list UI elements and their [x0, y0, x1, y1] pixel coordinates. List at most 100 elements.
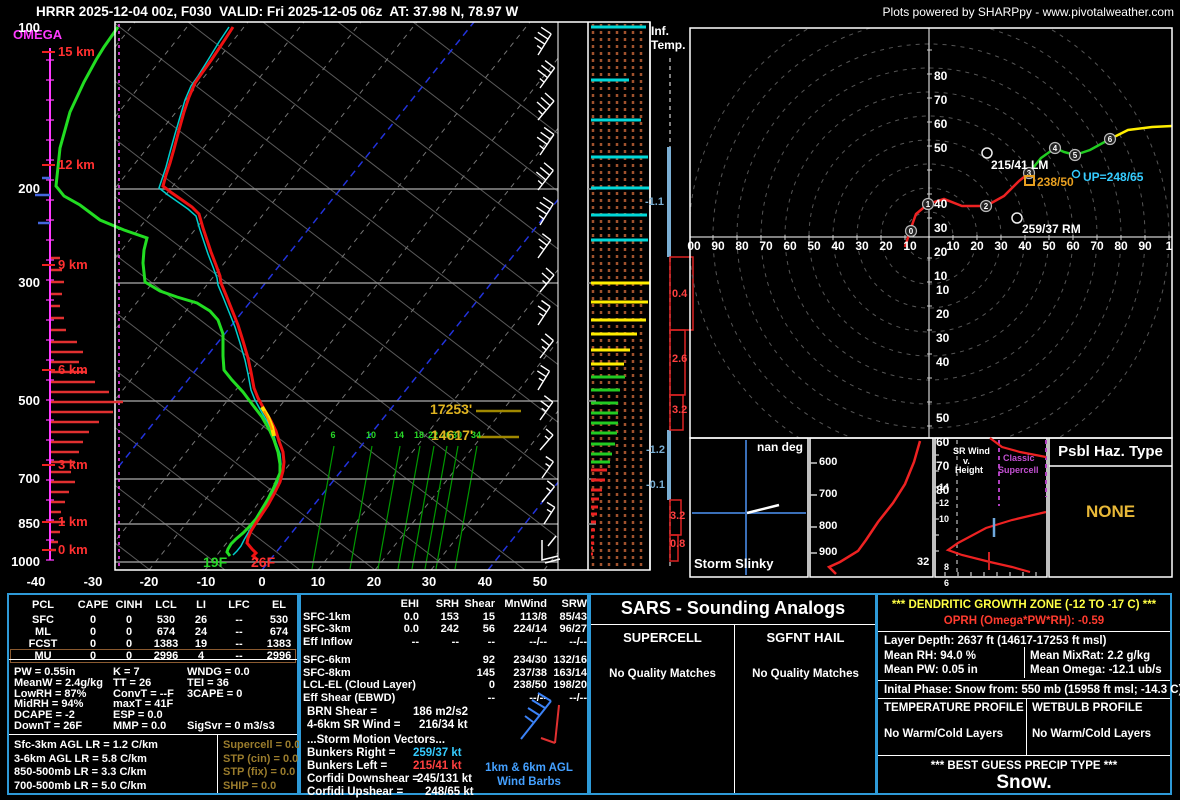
bunkers-left-value: 215/41 kt — [413, 760, 462, 772]
advection-value: -0.1 — [646, 479, 665, 491]
advection-value: 3.2 — [672, 404, 688, 416]
classic-supercell-label: Classic — [1003, 453, 1035, 463]
thermo-col-3: WNDG = 0.0 TEI = 36 3CAPE = 0 SigSvr = 0 m… — [187, 666, 275, 732]
right-mover-label: 259/37 RM — [1022, 222, 1081, 236]
parcel-table-header: PCL CAPE CINH LCL LI LFC EL — [32, 599, 287, 611]
dgz-mean-mixrat: Mean MixRat: 2.2 g/kg — [1030, 650, 1151, 662]
pressure-label: 700 — [18, 471, 40, 486]
kinematics-table: EHI SRH Shear MnWind SRW SFC-1km 0.0 153 15 113/… — [303, 598, 587, 704]
srwind-curve — [945, 510, 1047, 574]
corfidi-up-label: Corfidi Upshear = — [307, 786, 404, 798]
sars-title: SARS - Sounding Analogs — [620, 598, 846, 618]
temp-axis-tick: -10 — [196, 574, 216, 589]
pressure-label: 1000 — [11, 554, 40, 569]
barb-caption: Wind Barbs — [497, 776, 561, 788]
wetbulb-profile-value: No Warm/Cold Layers — [1032, 728, 1152, 740]
hazard-value: NONE — [1085, 502, 1136, 521]
kine-row: SFC-8km 145 237/38 163/14 — [303, 666, 587, 679]
svg-text:5: 5 — [1073, 151, 1078, 160]
classic-supercell-label: Supercell — [998, 465, 1039, 475]
parcel-row-fcst: FCST 0 0 1383 19 -- 1383 — [28, 638, 292, 650]
dgz-top-label: 17253' — [430, 401, 473, 417]
mixratio-label: 6 — [330, 430, 336, 440]
right-mover-marker — [1011, 212, 1023, 224]
svg-text:2: 2 — [984, 202, 989, 211]
advection-value: 0.8 — [670, 538, 686, 550]
thermo-col-2: K = 7 TT = 26 ConvT = --F maxT = 41F ESP = … — [113, 666, 174, 732]
mean-wind-label: 238/50 — [1037, 175, 1074, 189]
surface-temp-label: 26F — [251, 554, 276, 570]
thetae-pressure: 900 — [819, 546, 838, 558]
hazard-title: Psbl Haz. Type — [1058, 443, 1163, 460]
precip-type-value: Snow. — [996, 772, 1052, 793]
sars-panel: SARS - Sounding Analogs SUPERCELL SGFNT … — [589, 593, 877, 795]
dgz-mean-pw: Mean PW: 0.05 in — [884, 664, 978, 676]
hazard-indices: Supercell = 0.0 STP (cin) = 0.0 STP (fix) … — [223, 739, 301, 792]
parcel-table: PCL CAPE CINH LCL LI LFC EL SFC 0 0 530 26 -- 530 ML… — [10, 599, 296, 663]
sars-hail-matches: No Quality Matches — [752, 668, 859, 680]
parcel-row-ml: ML 0 0 674 24 -- 674 — [35, 626, 289, 638]
bunkers-right-value: 259/37 kt — [413, 747, 462, 759]
wind-barbs-column — [532, 25, 561, 564]
thermo-panel: PCL CAPE CINH LCL LI LFC EL SFC 0 0 530 26 -- 530 ML… — [7, 593, 301, 795]
temp-axis-tick: 20 — [366, 574, 382, 589]
inf-temp-header: Temp. — [651, 38, 686, 52]
srwind-title: Height — [955, 465, 983, 475]
temp-profile-value: No Warm/Cold Layers — [884, 728, 1004, 740]
height-label: 9 km — [58, 257, 88, 272]
brn-shear-label: BRN Shear = — [307, 706, 377, 718]
pressure-label: 850 — [18, 516, 40, 531]
initial-phase: Inital Phase: Snow from: 550 mb (15958 f… — [884, 684, 1180, 696]
kine-row: SFC-1km 0.0 153 15 113/8 85/43 — [303, 610, 587, 623]
hodo-h-axis-left: 00 90 80 70 60 50 40 30 20 10 — [687, 239, 917, 253]
winter-panel: *** DENDRITIC GROWTH ZONE (-12 TO -17 C)… — [876, 593, 1180, 795]
dewpoint-curve — [54, 26, 282, 557]
thetae-corner-value: 32 — [917, 556, 930, 568]
kine-header: EHI SRH Shear MnWind SRW — [400, 598, 587, 611]
sars-hail-header: SGFNT HAIL — [766, 630, 845, 645]
corfidi-up-value: 248/65 kt — [425, 786, 474, 798]
dgz-mean-omega: Mean Omega: -12.1 ub/s — [1030, 664, 1162, 676]
pressure-label: 500 — [18, 393, 40, 408]
lapse-rates: Sfc-3km AGL LR = 1.2 C/km 3-6km AGL LR = … — [14, 739, 158, 792]
temp-axis-tick: 0 — [258, 574, 266, 589]
height-label: 6 km — [58, 362, 88, 377]
skewt-grid — [115, 22, 558, 570]
height-label: 1 km — [58, 514, 88, 529]
pressure-label: 200 — [18, 181, 40, 196]
thermo-col-1: PW = 0.55in MeanW = 2.4g/kg LowRH = 87% Mi… — [14, 666, 103, 732]
pressure-label: 300 — [18, 275, 40, 290]
storm-motion-header: ...Storm Motion Vectors... — [307, 734, 446, 746]
height-label: 0 km — [58, 542, 88, 557]
pressure-label: 100 — [18, 20, 40, 35]
mixratio-label: 10 — [365, 430, 376, 440]
precip-type-header: *** BEST GUESS PRECIP TYPE *** — [930, 760, 1118, 772]
thetae-curve — [826, 440, 922, 575]
temp-profile-title: TEMPERATURE PROFILE — [884, 702, 1024, 714]
svg-text:4: 4 — [1053, 144, 1058, 153]
skewt-curves — [54, 26, 286, 562]
hodo-h-axis-right: 10 20 30 40 50 60 70 80 90 1 — [946, 239, 1173, 253]
svg-text:6: 6 — [1108, 135, 1113, 144]
credit-text: Plots powered by SHARPpy - www.pivotalwe… — [882, 5, 1174, 19]
thetae-pressure: 800 — [819, 520, 838, 532]
skewt-border — [114, 21, 651, 571]
temp-axis-tick: 50 — [532, 574, 548, 589]
omega-axis — [35, 48, 123, 561]
sr46-value: 216/34 kt — [419, 719, 468, 731]
thetae-pressure: 600 — [819, 456, 838, 468]
hodo-trace-6-9km — [1109, 124, 1173, 141]
page-title: HRRR 2025-12-04 00z, F030 VALID: Fri 202… — [36, 4, 519, 19]
sr46-label: 4-6km SR Wind = — [307, 719, 401, 731]
bunkers-left-label: Bunkers Left = — [307, 760, 388, 772]
height-label: 3 km — [58, 457, 88, 472]
bunkers-right-label: Bunkers Right = — [307, 747, 396, 759]
slinky-title: Storm Slinky — [694, 556, 774, 571]
temp-axis-tick: 40 — [477, 574, 493, 589]
height-ticks — [42, 51, 55, 551]
corfidi-down-label: Corfidi Downshear = — [307, 773, 420, 785]
hodograph: 0 1 2 3 4 5 6 — [689, 27, 1173, 439]
corfidi-up-label: UP=248/65 — [1083, 170, 1144, 184]
dgz-title: *** DENDRITIC GROWTH ZONE (-12 TO -17 C)… — [891, 599, 1157, 611]
temp-axis-tick: -20 — [139, 574, 159, 589]
